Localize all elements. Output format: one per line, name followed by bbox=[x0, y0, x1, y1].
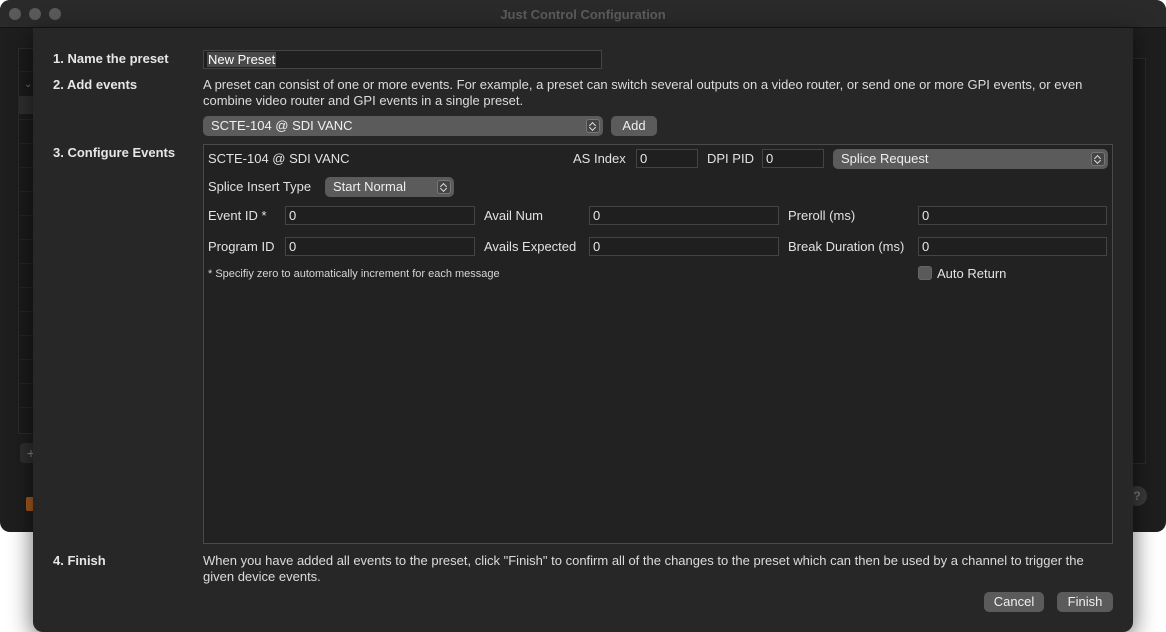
finish-description: When you have added all events to the pr… bbox=[203, 553, 1084, 584]
preset-configuration-sheet: 1. Name the preset New Preset 2. Add eve… bbox=[33, 28, 1133, 632]
event-id-input[interactable]: 0 bbox=[285, 206, 475, 225]
auto-return-label: Auto Return bbox=[937, 266, 1007, 281]
event-type-select[interactable]: SCTE-104 @ SDI VANC bbox=[203, 116, 603, 136]
splice-insert-type-label: Splice Insert Type bbox=[208, 179, 312, 194]
step-configure-events-label: 3. Configure Events bbox=[53, 145, 176, 160]
add-event-button[interactable]: Add bbox=[611, 116, 657, 136]
break-duration-input[interactable]: 0 bbox=[918, 237, 1107, 256]
step-name-label: 1. Name the preset bbox=[53, 51, 169, 66]
cancel-button[interactable]: Cancel bbox=[984, 592, 1044, 612]
step-finish-label: 4. Finish bbox=[53, 553, 106, 568]
dpi-pid-input[interactable]: 0 bbox=[762, 149, 824, 168]
step-add-events-label: 2. Add events bbox=[53, 77, 138, 92]
as-index-input[interactable]: 0 bbox=[636, 149, 698, 168]
preroll-input[interactable]: 0 bbox=[918, 206, 1107, 225]
chevron-updown-icon bbox=[586, 119, 600, 133]
program-id-input[interactable]: 0 bbox=[285, 237, 475, 256]
add-events-description: A preset can consist of one or more even… bbox=[203, 77, 1083, 108]
finish-button[interactable]: Finish bbox=[1057, 592, 1113, 612]
program-id-label: Program ID bbox=[208, 239, 275, 254]
splice-insert-type-select[interactable]: Start Normal bbox=[325, 177, 454, 197]
event-id-label: Event ID * bbox=[208, 208, 267, 223]
event-configuration-panel: SCTE-104 @ SDI VANC AS Index 0 DPI PID 0… bbox=[203, 144, 1113, 544]
avails-expected-input[interactable]: 0 bbox=[589, 237, 779, 256]
chevron-down-icon: ⌄ bbox=[24, 79, 33, 90]
event-title: SCTE-104 @ SDI VANC bbox=[208, 151, 350, 166]
request-type-select[interactable]: Splice Request bbox=[833, 149, 1108, 169]
preset-name-input[interactable]: New Preset bbox=[203, 50, 602, 69]
avail-num-label: Avail Num bbox=[484, 208, 544, 223]
chevron-updown-icon bbox=[437, 180, 451, 194]
chevron-updown-icon bbox=[1091, 152, 1105, 166]
event-id-note: * Specifiy zero to automatically increme… bbox=[208, 268, 500, 280]
auto-return-checkbox[interactable] bbox=[918, 266, 932, 280]
preroll-label: Preroll (ms) bbox=[788, 208, 856, 223]
title-bar: Just Control Configuration bbox=[0, 0, 1166, 28]
dpi-pid-label: DPI PID bbox=[707, 151, 754, 166]
avail-num-input[interactable]: 0 bbox=[589, 206, 779, 225]
break-duration-label: Break Duration (ms) bbox=[788, 239, 905, 254]
avails-expected-label: Avails Expected bbox=[484, 239, 577, 254]
as-index-label: AS Index bbox=[573, 151, 626, 166]
window-title: Just Control Configuration bbox=[500, 7, 666, 22]
